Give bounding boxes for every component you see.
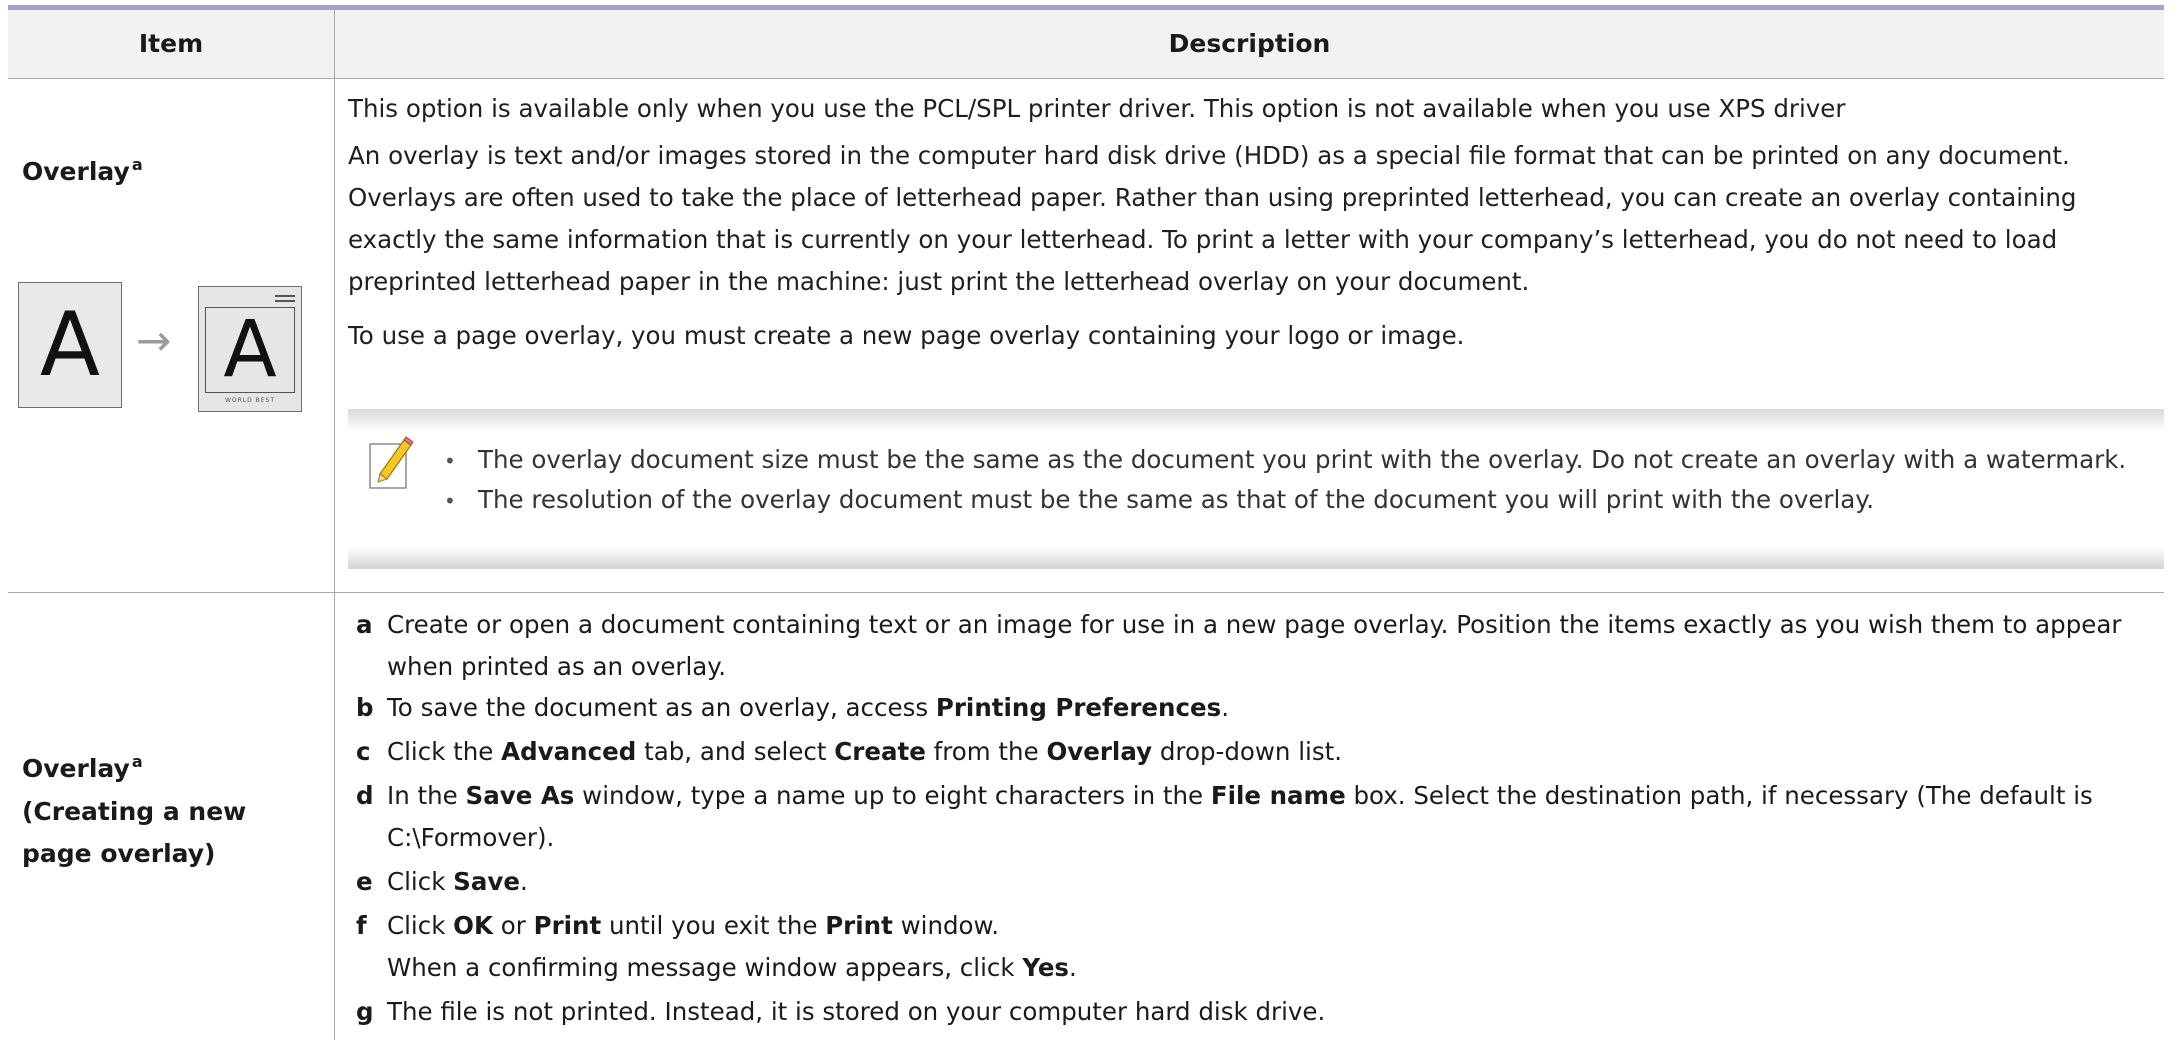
page-overlay-paragraph: To use a page overlay, you must create a…	[348, 321, 1465, 350]
overlay-item-title: Overlay a	[22, 155, 143, 186]
plain-page-image: A	[18, 282, 122, 408]
step-e: e Click Save.	[356, 867, 528, 896]
step-a: a Create or open a document containing t…	[356, 610, 2122, 681]
row-divider	[8, 592, 2164, 593]
note-bullet: • The resolution of the overlay document …	[444, 485, 1875, 514]
note-bullet: • The overlay document size must be the s…	[444, 445, 2127, 474]
create-overlay-item-subtitle: (Creating a new page overlay)	[22, 797, 247, 868]
overlay-definition-paragraph: An overlay is text and/or images stored …	[348, 141, 2077, 296]
item-column-header: Item	[138, 29, 204, 58]
step-d: d In the Save As window, type a name up …	[356, 781, 2093, 852]
step-f: f Click OK or Print until you exit the P…	[356, 911, 1000, 940]
letterhead-line	[275, 300, 295, 302]
note-box: • The overlay document size must be the s…	[348, 409, 2164, 569]
overlay-options-table: Item Description Overlay a A → A WORLD BE…	[8, 5, 2164, 1040]
overlay-footer-caption: WORLD BEST	[224, 397, 276, 404]
overlay-illustration: A → A WORLD BEST	[18, 282, 302, 412]
create-overlay-item-title: Overlay a	[22, 752, 143, 783]
table-header: Item Description	[8, 10, 2164, 79]
step-b: b To save the document as an overlay, ac…	[356, 693, 1229, 722]
overlaid-page-image: A WORLD BEST	[198, 286, 302, 412]
note-top-border	[348, 409, 2164, 431]
step-g: g The file is not printed. Instead, it i…	[356, 997, 1326, 1026]
arrow-right-icon: →	[136, 316, 172, 365]
overlay-frame: A	[205, 307, 295, 393]
note-pencil-icon	[369, 436, 414, 489]
column-divider	[334, 10, 335, 1040]
availability-paragraph: This option is available only when you u…	[348, 94, 1846, 123]
step-c: c Click the Advanced tab, and select Cre…	[356, 737, 1343, 766]
step-f-continuation: When a confirming message window appears…	[387, 953, 1077, 982]
description-column-header: Description	[1168, 29, 1331, 58]
letterhead-line	[275, 295, 295, 297]
note-bottom-border	[348, 547, 2164, 569]
